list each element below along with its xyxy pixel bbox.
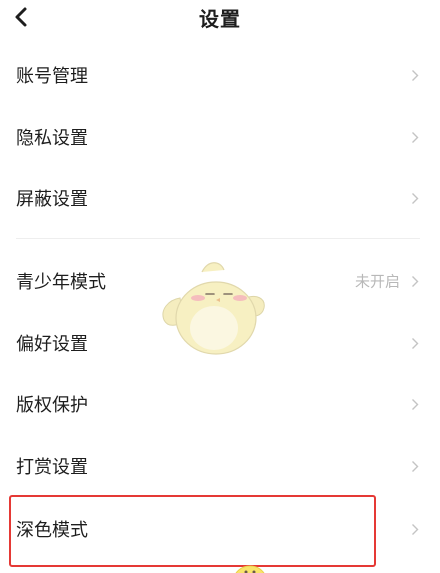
page-title: 设置 — [199, 7, 241, 31]
settings-item-label: 屏蔽设置 — [16, 189, 88, 210]
settings-item-tipping[interactable]: 打赏设置 — [0, 439, 440, 493]
settings-item-label: 隐私设置 — [16, 128, 88, 149]
chevron-right-icon — [410, 130, 420, 144]
chevron-right-icon — [410, 336, 420, 350]
teen-mode-status: 未开启 — [354, 272, 400, 291]
settings-item-label: 深色模式 — [16, 520, 88, 541]
settings-item-privacy[interactable]: 隐私设置 — [0, 110, 440, 164]
mascot-illustration — [158, 258, 270, 358]
mascot-peek-illustration — [228, 558, 272, 573]
settings-item-label: 青少年模式 — [16, 272, 106, 293]
settings-item-copyright[interactable]: 版权保护 — [0, 377, 440, 431]
settings-item-label: 版权保护 — [16, 395, 88, 416]
chevron-right-icon — [410, 397, 420, 411]
settings-item-label: 打赏设置 — [16, 457, 88, 478]
section-divider — [16, 238, 420, 239]
chevron-right-icon — [410, 522, 420, 536]
chevron-right-icon — [410, 459, 420, 473]
settings-item-label: 账号管理 — [16, 66, 88, 87]
header-bar: 设置 — [0, 0, 440, 38]
chevron-right-icon — [410, 191, 420, 205]
settings-item-block[interactable]: 屏蔽设置 — [0, 171, 440, 225]
chevron-right-icon — [410, 274, 420, 288]
settings-item-account[interactable]: 账号管理 — [0, 48, 440, 102]
settings-item-dark-mode[interactable]: 深色模式 — [0, 502, 440, 556]
settings-item-label: 偏好设置 — [16, 334, 88, 355]
chevron-right-icon — [410, 68, 420, 82]
